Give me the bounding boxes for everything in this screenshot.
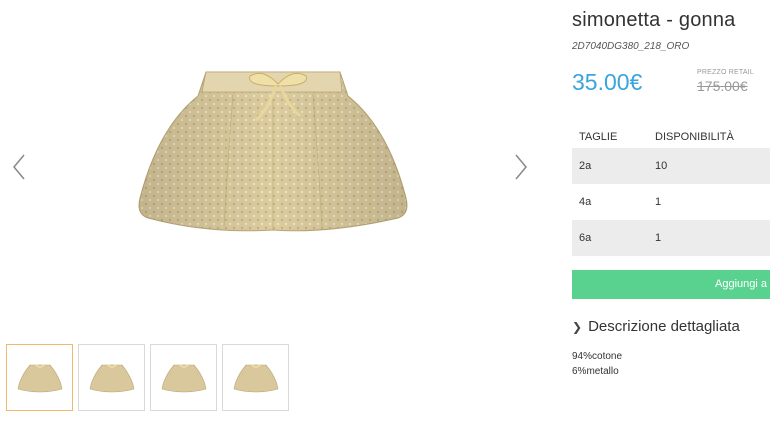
- add-to-cart-label: Aggiungi a: [715, 278, 767, 290]
- availability-cell: 1: [655, 196, 662, 208]
- availability-cell: 1: [645, 220, 770, 256]
- chevron-right-icon: ❯: [572, 320, 583, 334]
- sizes-table: TAGLIE DISPONIBILITÀ 2a 10 4a 1 6a 1: [572, 126, 770, 256]
- thumbnail-1[interactable]: [6, 344, 73, 411]
- availability-header: DISPONIBILITÀ: [655, 131, 734, 143]
- product-gallery: [0, 0, 545, 429]
- description-toggle[interactable]: ❯ Descrizione dettagliata: [572, 318, 740, 335]
- product-title: simonetta - gonna: [572, 9, 736, 31]
- product-price: 35.00€: [572, 69, 643, 95]
- size-row-4a[interactable]: 4a 1: [572, 184, 770, 220]
- thumbnail-strip: [6, 344, 289, 411]
- size-cell: 2a: [572, 148, 645, 184]
- thumbnail-2[interactable]: [78, 344, 145, 411]
- product-info-panel: simonetta - gonna 2D7040DG380_218_ORO 35…: [572, 0, 770, 429]
- skirt-thumbnail-image: [161, 363, 206, 392]
- gallery-next-icon[interactable]: [512, 152, 530, 182]
- availability-cell: 10: [645, 148, 770, 184]
- description-toggle-label: Descrizione dettagliata: [588, 318, 740, 335]
- description-line: 94%cotone: [572, 351, 623, 362]
- add-to-cart-button[interactable]: Aggiungi a: [572, 270, 770, 299]
- skirt-thumbnail-image: [233, 363, 278, 392]
- description-line: 6%metallo: [572, 366, 619, 377]
- product-sku: 2D7040DG380_218_ORO: [572, 41, 690, 52]
- sizes-header-row: TAGLIE DISPONIBILITÀ: [572, 126, 770, 148]
- retail-price: 175.00€: [697, 78, 748, 94]
- thumbnail-3[interactable]: [150, 344, 217, 411]
- skirt-thumbnail-image: [17, 363, 62, 392]
- product-main-image: [138, 71, 408, 232]
- size-row-6a[interactable]: 6a 1: [572, 220, 770, 256]
- retail-price-label: PREZZO RETAIL: [697, 69, 754, 76]
- size-cell: 4a: [579, 196, 592, 208]
- size-cell: 6a: [572, 220, 645, 256]
- skirt-thumbnail-image: [89, 363, 134, 392]
- thumbnail-4[interactable]: [222, 344, 289, 411]
- gallery-prev-icon[interactable]: [10, 152, 28, 182]
- sizes-header: TAGLIE: [579, 131, 618, 143]
- size-row-2a[interactable]: 2a 10: [572, 148, 770, 184]
